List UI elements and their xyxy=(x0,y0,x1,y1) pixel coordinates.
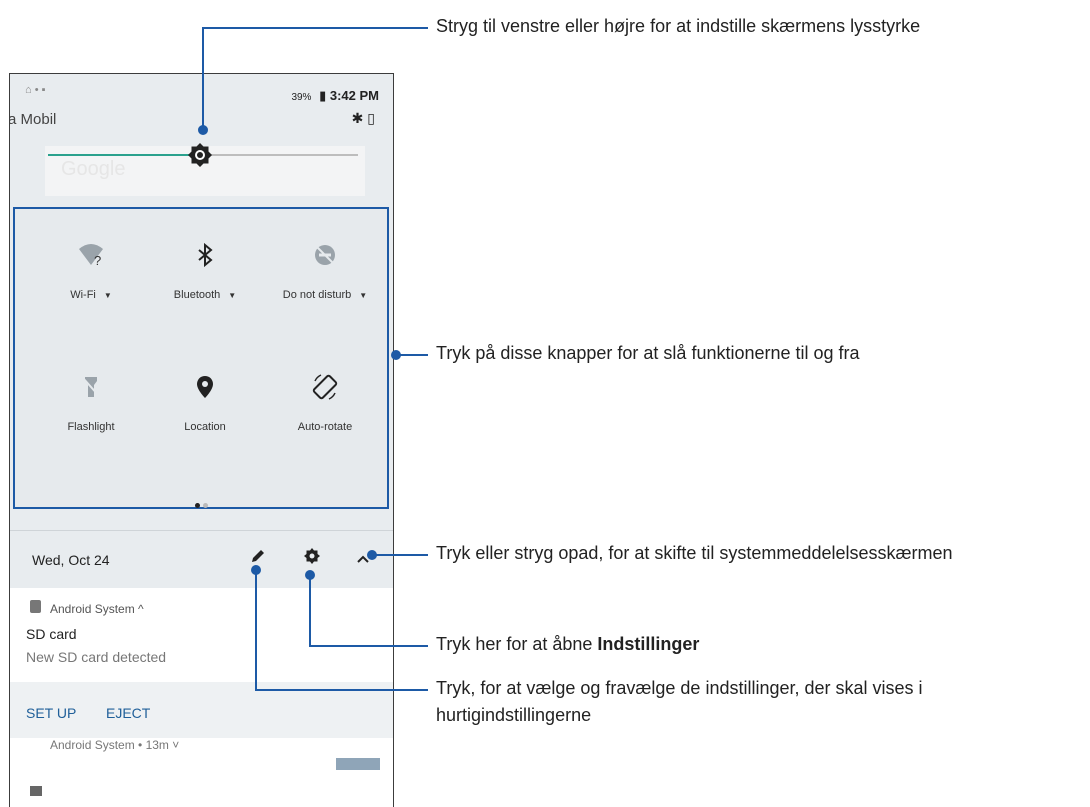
date-label: Wed, Oct 24 xyxy=(32,552,110,568)
edit-icon[interactable] xyxy=(250,548,266,569)
date-bar: Wed, Oct 24 xyxy=(10,530,393,589)
tile-label: Flashlight xyxy=(67,421,115,433)
collapse-chevron-icon[interactable] xyxy=(356,551,370,569)
brightness-icon xyxy=(188,143,212,167)
clock: 3:42 PM xyxy=(329,88,379,103)
callout-settings: Tryk her for at åbne Indstillinger xyxy=(436,634,699,655)
notification-icons: ⌂ • ▪ xyxy=(25,84,46,96)
tile-do-not-disturb[interactable]: Do not disturb ▼ xyxy=(265,241,385,301)
tile-label: Wi-Fi xyxy=(70,289,96,301)
status-icons: ✱ ▯ xyxy=(352,110,375,127)
tile-label: Location xyxy=(184,421,226,433)
quick-settings-panel: ? Wi-Fi ▼ Bluetooth ▼ Do not disturb ▼ Flas… xyxy=(13,207,389,509)
tile-auto-rotate[interactable]: Auto-rotate xyxy=(265,373,385,433)
wifi-unknown-icon: ? xyxy=(31,241,151,269)
screenshot-thumbnail xyxy=(336,758,380,770)
page-indicator xyxy=(195,495,211,513)
notification-title: SD card xyxy=(26,626,77,642)
callout-settings-text: Tryk her for at åbne xyxy=(436,634,598,654)
eject-button[interactable]: EJECT xyxy=(106,705,150,721)
notification-text: New SD card detected xyxy=(26,649,167,665)
tile-bluetooth[interactable]: Bluetooth ▼ xyxy=(145,241,265,301)
screenshot-notification[interactable]: Android System • 13m ˅ xyxy=(10,738,393,807)
callout-edit-line1: Tryk, for at vælge og fravælge de indsti… xyxy=(436,678,923,698)
setup-button[interactable]: SET UP xyxy=(26,705,76,721)
notification-app-name: Android System • 13m ˅ xyxy=(50,738,180,752)
chevron-down-icon[interactable]: ▼ xyxy=(104,291,112,300)
tile-wifi[interactable]: ? Wi-Fi ▼ xyxy=(31,241,151,301)
tile-label: Auto-rotate xyxy=(297,421,353,433)
svg-text:?: ? xyxy=(94,253,101,267)
settings-icon[interactable] xyxy=(304,548,320,569)
brightness-fill xyxy=(48,154,198,156)
sd-card-notification[interactable]: Android System ^ SD card New SD card det… xyxy=(10,588,393,682)
notification-app-name: Android System ^ xyxy=(50,602,144,616)
do-not-disturb-icon xyxy=(265,241,385,269)
auto-rotate-icon xyxy=(265,373,385,401)
flashlight-off-icon xyxy=(31,373,151,401)
callout-edit-line2: hurtigindstillingerne xyxy=(436,705,592,725)
chevron-down-icon[interactable]: ▼ xyxy=(228,291,236,300)
bluetooth-icon xyxy=(145,241,265,269)
battery-icon: ▮ xyxy=(319,88,327,103)
brightness-thumb[interactable] xyxy=(188,143,212,167)
tile-flashlight[interactable]: Flashlight xyxy=(31,373,151,433)
sd-card-icon xyxy=(30,600,41,613)
tile-label: Do not disturb xyxy=(282,289,352,301)
callout-brightness: Stryg til venstre eller højre for at ind… xyxy=(436,16,921,36)
location-pin-icon xyxy=(145,373,265,401)
image-icon xyxy=(30,786,42,796)
bluetooth-status-icon: ✱ xyxy=(351,110,364,126)
tile-location[interactable]: Location xyxy=(145,373,265,433)
chevron-down-icon[interactable]: ▼ xyxy=(359,291,367,300)
callout-settings-bold: Indstillinger xyxy=(597,634,700,654)
carrier-label: a Mobil xyxy=(9,111,57,128)
notification-actions: SET UP EJECT xyxy=(10,682,393,738)
search-ghost-text: Google xyxy=(61,158,126,180)
vibrate-icon: ▯ xyxy=(367,110,375,126)
callout-collapse: Tryk eller stryg opad, for at skifte til… xyxy=(436,543,953,563)
status-clock: 39% ▮ 3:42 PM xyxy=(291,88,379,104)
phone-screenshot: ⌂ • ▪ a Mobil 39% ▮ 3:42 PM ✱ ▯ Google ?… xyxy=(9,73,394,807)
tile-label: Bluetooth xyxy=(173,289,221,301)
battery-percent: 39% xyxy=(291,92,312,103)
callout-toggles: Tryk på disse knapper for at slå funktio… xyxy=(436,343,860,363)
